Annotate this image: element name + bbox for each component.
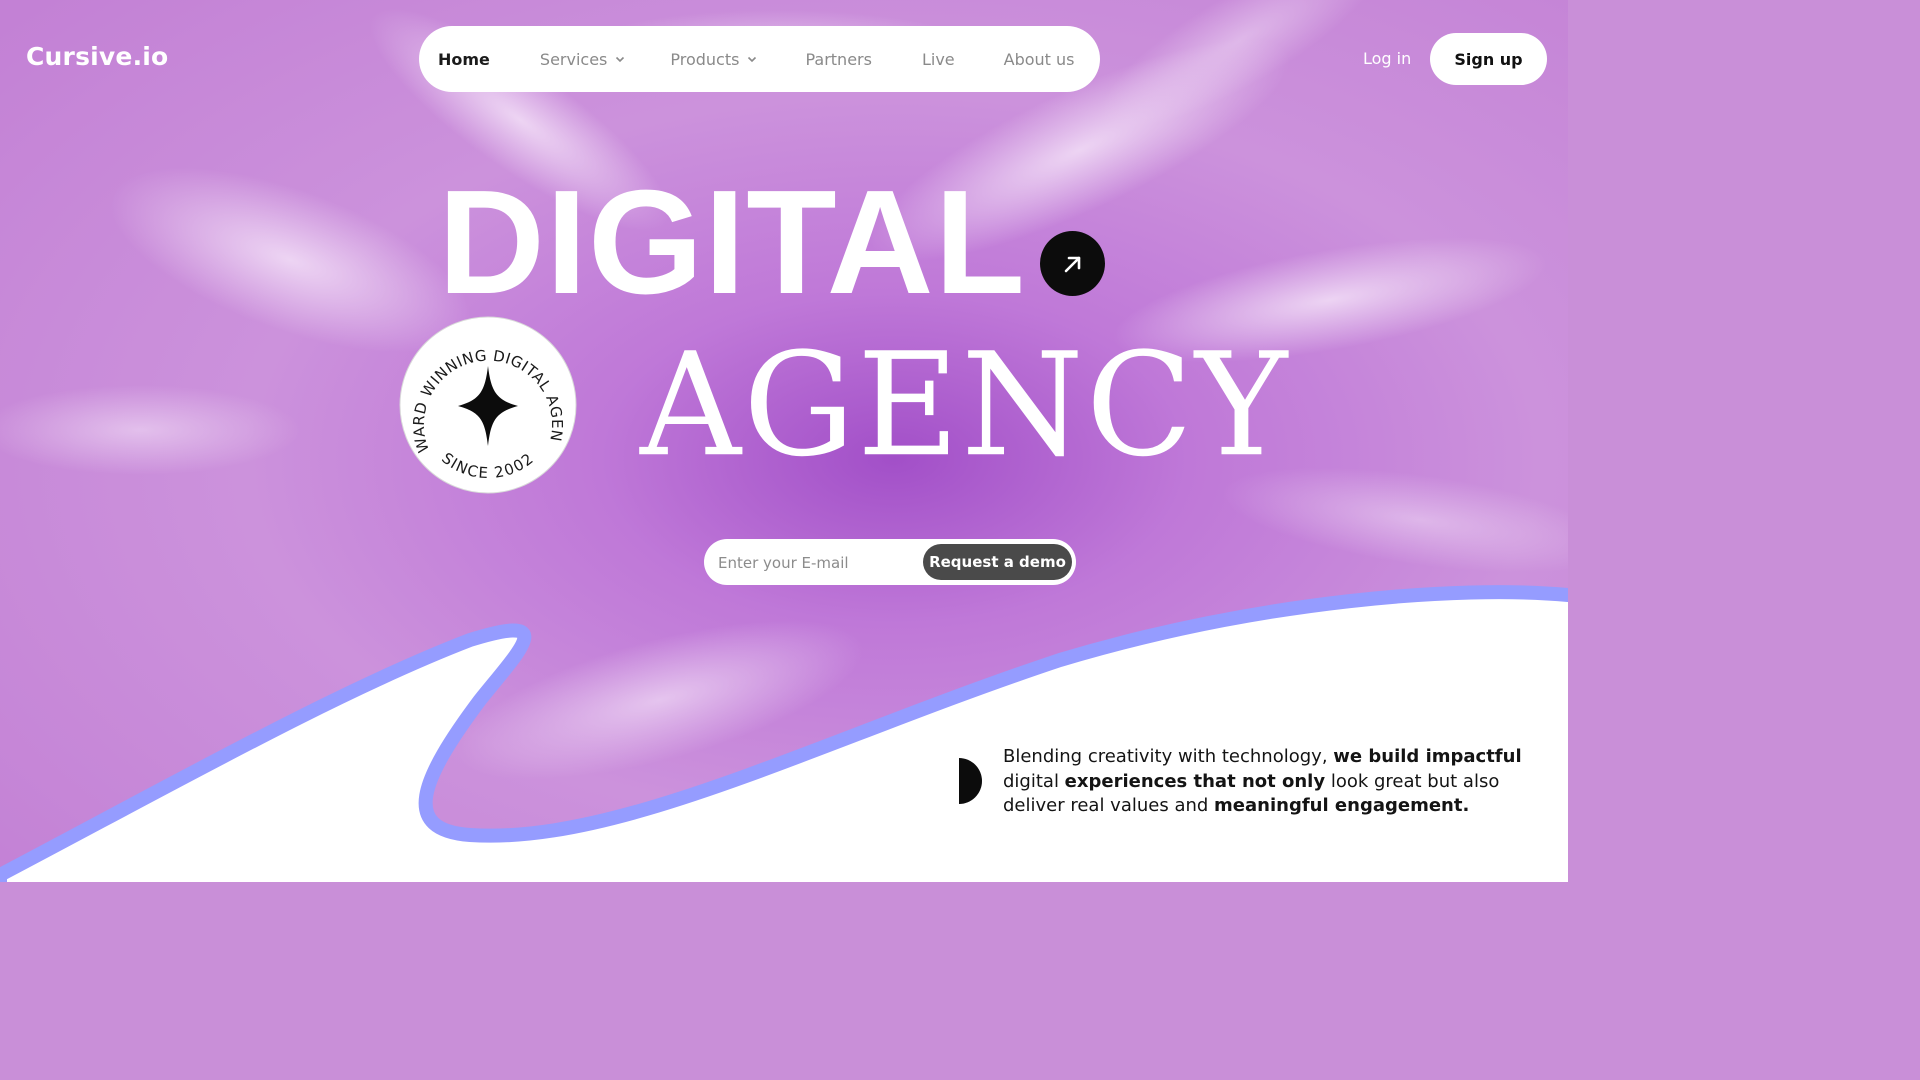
tagline-text: Blending creativity with technology, we … bbox=[1003, 745, 1543, 819]
login-link[interactable]: Log in bbox=[1363, 49, 1411, 68]
main-nav: Home Services Products Partners Live Abo… bbox=[419, 26, 1100, 92]
nav-item-live[interactable]: Live bbox=[922, 50, 955, 69]
nav-item-label: Partners bbox=[805, 49, 872, 69]
nav-item-label: Products bbox=[670, 49, 740, 69]
email-input[interactable] bbox=[716, 539, 920, 587]
nav-item-label: About us bbox=[1003, 49, 1075, 69]
nav-item-label: Services bbox=[539, 49, 608, 69]
signup-button[interactable]: Sign up bbox=[1430, 33, 1547, 85]
nav-item-label: Live bbox=[921, 49, 955, 69]
demo-request-form: Request a demo bbox=[704, 539, 1076, 587]
hero-title-digital: DIGITAL bbox=[438, 160, 1026, 325]
chevron-down-icon bbox=[615, 54, 625, 64]
tagline-emphasis: experiences that not only bbox=[1064, 770, 1326, 792]
tagline-emphasis: meaningful engagement. bbox=[1214, 795, 1470, 816]
nav-item-services[interactable]: Services bbox=[540, 50, 625, 69]
arrow-up-right-button[interactable] bbox=[1040, 231, 1105, 296]
tagline-part: digital bbox=[1003, 770, 1065, 792]
chevron-down-icon bbox=[747, 54, 757, 64]
hero-title-agency: AGENCY bbox=[640, 322, 1290, 489]
tagline-part: Blending creativity with technology, bbox=[1003, 746, 1334, 767]
nav-item-partners[interactable]: Partners bbox=[805, 50, 871, 69]
request-demo-button[interactable]: Request a demo bbox=[923, 544, 1072, 580]
tagline-emphasis: we build impactful bbox=[1333, 746, 1522, 767]
nav-item-home[interactable]: Home bbox=[438, 50, 490, 69]
brand-logo[interactable]: Cursive.io bbox=[26, 42, 168, 71]
nav-item-label: Home bbox=[438, 49, 490, 69]
nav-item-products[interactable]: Products bbox=[670, 50, 757, 69]
award-badge: AWARD WINNING DIGITAL AGENCY SINCE 2002 bbox=[399, 316, 577, 494]
half-circle-icon bbox=[959, 758, 983, 804]
nav-item-about-us[interactable]: About us bbox=[1004, 50, 1075, 69]
arrow-up-right-icon bbox=[1060, 251, 1086, 277]
